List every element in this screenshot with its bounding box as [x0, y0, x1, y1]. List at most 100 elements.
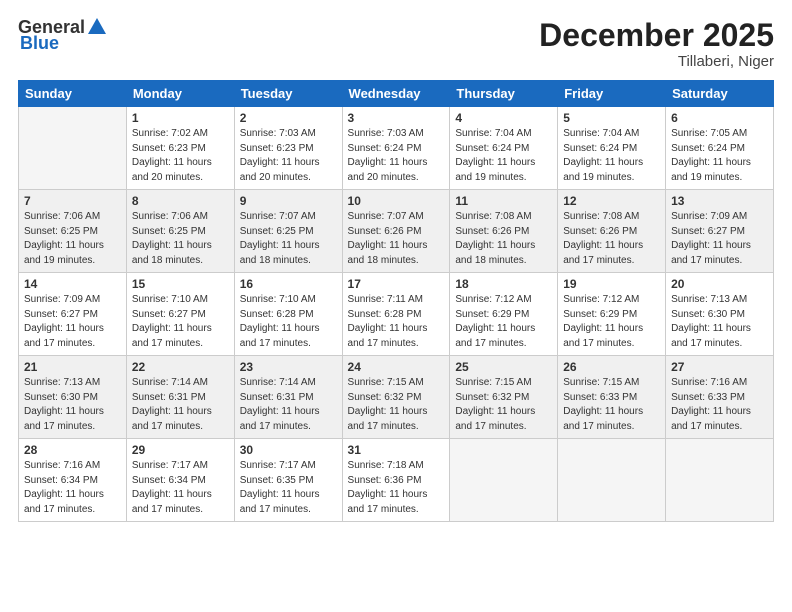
day-number: 5 [563, 111, 660, 125]
calendar-day-cell [450, 439, 558, 522]
calendar-container: General Blue December 2025 Tillaberi, Ni… [0, 0, 792, 612]
day-number: 18 [455, 277, 552, 291]
day-info: Sunrise: 7:06 AMSunset: 6:25 PMDaylight:… [24, 210, 121, 268]
calendar-day-cell: 22 Sunrise: 7:14 AMSunset: 6:31 PMDayligh… [126, 356, 234, 439]
day-info: Sunrise: 7:15 AMSunset: 6:33 PMDaylight:… [563, 376, 660, 434]
calendar-day-cell: 27 Sunrise: 7:16 AMSunset: 6:33 PMDayligh… [666, 356, 774, 439]
day-info: Sunrise: 7:16 AMSunset: 6:34 PMDaylight:… [24, 459, 121, 517]
day-number: 9 [240, 194, 337, 208]
calendar-day-cell: 23 Sunrise: 7:14 AMSunset: 6:31 PMDayligh… [234, 356, 342, 439]
calendar-day-cell: 12 Sunrise: 7:08 AMSunset: 6:26 PMDayligh… [558, 190, 666, 273]
day-number: 1 [132, 111, 229, 125]
day-info: Sunrise: 7:12 AMSunset: 6:29 PMDaylight:… [563, 293, 660, 351]
day-number: 7 [24, 194, 121, 208]
calendar-week-row: 1 Sunrise: 7:02 AMSunset: 6:23 PMDaylight… [19, 107, 774, 190]
day-number: 17 [348, 277, 445, 291]
calendar-day-cell: 2Sunrise: 7:03 AMSunset: 6:23 PMDaylight… [234, 107, 342, 190]
day-number: 27 [671, 360, 768, 374]
day-info: Sunrise: 7:16 AMSunset: 6:33 PMDaylight:… [671, 376, 768, 434]
day-number: 29 [132, 443, 229, 457]
location: Tillaberi, Niger [539, 53, 774, 70]
day-info: Sunrise: 7:07 AMSunset: 6:25 PMDaylight:… [240, 210, 337, 268]
day-info: Sunrise: 7:10 AMSunset: 6:27 PMDaylight:… [132, 293, 229, 351]
calendar-day-cell: 18 Sunrise: 7:12 AMSunset: 6:29 PMDayligh… [450, 273, 558, 356]
calendar-day-cell [666, 439, 774, 522]
day-info: Sunrise: 7:05 AMSunset: 6:24 PMDaylight:… [671, 127, 768, 185]
day-number: 8 [132, 194, 229, 208]
calendar-day-cell: 13Sunrise: 7:09 AMSunset: 6:27 PMDayligh… [666, 190, 774, 273]
day-number: 14 [24, 277, 121, 291]
title-area: December 2025 Tillaberi, Niger [539, 18, 774, 70]
day-info: Sunrise: 7:18 AMSunset: 6:36 PMDaylight:… [348, 459, 445, 517]
day-number: 22 [132, 360, 229, 374]
calendar-day-cell: 29 Sunrise: 7:17 AMSunset: 6:34 PMDayligh… [126, 439, 234, 522]
weekday-header: Monday [126, 81, 234, 107]
weekday-header: Wednesday [342, 81, 450, 107]
weekday-header: Sunday [19, 81, 127, 107]
logo-blue-text: Blue [20, 34, 59, 54]
calendar-day-cell: 3 Sunrise: 7:03 AMSunset: 6:24 PMDaylight… [342, 107, 450, 190]
weekday-header: Saturday [666, 81, 774, 107]
calendar-week-row: 14 Sunrise: 7:09 AMSunset: 6:27 PMDayligh… [19, 273, 774, 356]
day-info: Sunrise: 7:08 AMSunset: 6:26 PMDaylight:… [563, 210, 660, 268]
day-number: 16 [240, 277, 337, 291]
day-info: Sunrise: 7:14 AMSunset: 6:31 PMDaylight:… [132, 376, 229, 434]
day-number: 11 [455, 194, 552, 208]
day-number: 3 [348, 111, 445, 125]
day-info: Sunrise: 7:04 AMSunset: 6:24 PMDaylight:… [563, 127, 660, 185]
day-number: 15 [132, 277, 229, 291]
day-number: 4 [455, 111, 552, 125]
header: General Blue December 2025 Tillaberi, Ni… [18, 18, 774, 70]
day-info: Sunrise: 7:09 AMSunset: 6:27 PMDaylight:… [24, 293, 121, 351]
calendar-day-cell [19, 107, 127, 190]
calendar-header-row: SundayMondayTuesdayWednesdayThursdayFrid… [19, 81, 774, 107]
calendar-week-row: 28 Sunrise: 7:16 AMSunset: 6:34 PMDayligh… [19, 439, 774, 522]
calendar-day-cell: 9 Sunrise: 7:07 AMSunset: 6:25 PMDaylight… [234, 190, 342, 273]
day-number: 28 [24, 443, 121, 457]
day-info: Sunrise: 7:12 AMSunset: 6:29 PMDaylight:… [455, 293, 552, 351]
day-info: Sunrise: 7:07 AMSunset: 6:26 PMDaylight:… [348, 210, 445, 268]
day-number: 31 [348, 443, 445, 457]
calendar-day-cell: 17 Sunrise: 7:11 AMSunset: 6:28 PMDayligh… [342, 273, 450, 356]
calendar-day-cell: 10 Sunrise: 7:07 AMSunset: 6:26 PMDayligh… [342, 190, 450, 273]
day-info: Sunrise: 7:13 AMSunset: 6:30 PMDaylight:… [24, 376, 121, 434]
day-info: Sunrise: 7:11 AMSunset: 6:28 PMDaylight:… [348, 293, 445, 351]
weekday-header: Friday [558, 81, 666, 107]
calendar-day-cell: 4 Sunrise: 7:04 AMSunset: 6:24 PMDaylight… [450, 107, 558, 190]
day-number: 10 [348, 194, 445, 208]
calendar-day-cell: 20Sunrise: 7:13 AMSunset: 6:30 PMDayligh… [666, 273, 774, 356]
day-info: Sunrise: 7:09 AMSunset: 6:27 PMDaylight:… [671, 210, 768, 268]
calendar-week-row: 7 Sunrise: 7:06 AMSunset: 6:25 PMDaylight… [19, 190, 774, 273]
logo-icon [86, 16, 108, 38]
weekday-header: Thursday [450, 81, 558, 107]
day-info: Sunrise: 7:15 AMSunset: 6:32 PMDaylight:… [348, 376, 445, 434]
calendar-day-cell: 15 Sunrise: 7:10 AMSunset: 6:27 PMDayligh… [126, 273, 234, 356]
calendar-day-cell: 31 Sunrise: 7:18 AMSunset: 6:36 PMDayligh… [342, 439, 450, 522]
calendar-day-cell: 19 Sunrise: 7:12 AMSunset: 6:29 PMDayligh… [558, 273, 666, 356]
day-number: 19 [563, 277, 660, 291]
day-info: Sunrise: 7:03 AMSunset: 6:24 PMDaylight:… [348, 127, 445, 185]
calendar-day-cell: 1 Sunrise: 7:02 AMSunset: 6:23 PMDaylight… [126, 107, 234, 190]
month-title: December 2025 [539, 18, 774, 53]
calendar-day-cell [558, 439, 666, 522]
day-info: Sunrise: 7:14 AMSunset: 6:31 PMDaylight:… [240, 376, 337, 434]
calendar-table: SundayMondayTuesdayWednesdayThursdayFrid… [18, 80, 774, 522]
day-info: Sunrise: 7:03 AMSunset: 6:23 PMDaylight:… [240, 127, 337, 185]
day-number: 12 [563, 194, 660, 208]
day-info: Sunrise: 7:17 AMSunset: 6:34 PMDaylight:… [132, 459, 229, 517]
day-info: Sunrise: 7:13 AMSunset: 6:30 PMDaylight:… [671, 293, 768, 351]
day-number: 23 [240, 360, 337, 374]
day-info: Sunrise: 7:04 AMSunset: 6:24 PMDaylight:… [455, 127, 552, 185]
calendar-day-cell: 14 Sunrise: 7:09 AMSunset: 6:27 PMDayligh… [19, 273, 127, 356]
day-number: 25 [455, 360, 552, 374]
calendar-day-cell: 5 Sunrise: 7:04 AMSunset: 6:24 PMDaylight… [558, 107, 666, 190]
calendar-day-cell: 21Sunrise: 7:13 AMSunset: 6:30 PMDayligh… [19, 356, 127, 439]
calendar-day-cell: 8Sunrise: 7:06 AMSunset: 6:25 PMDaylight… [126, 190, 234, 273]
calendar-week-row: 21Sunrise: 7:13 AMSunset: 6:30 PMDayligh… [19, 356, 774, 439]
calendar-day-cell: 7 Sunrise: 7:06 AMSunset: 6:25 PMDaylight… [19, 190, 127, 273]
calendar-day-cell: 6Sunrise: 7:05 AMSunset: 6:24 PMDaylight… [666, 107, 774, 190]
calendar-day-cell: 30Sunrise: 7:17 AMSunset: 6:35 PMDayligh… [234, 439, 342, 522]
calendar-day-cell: 25Sunrise: 7:15 AMSunset: 6:32 PMDayligh… [450, 356, 558, 439]
day-info: Sunrise: 7:02 AMSunset: 6:23 PMDaylight:… [132, 127, 229, 185]
day-info: Sunrise: 7:08 AMSunset: 6:26 PMDaylight:… [455, 210, 552, 268]
